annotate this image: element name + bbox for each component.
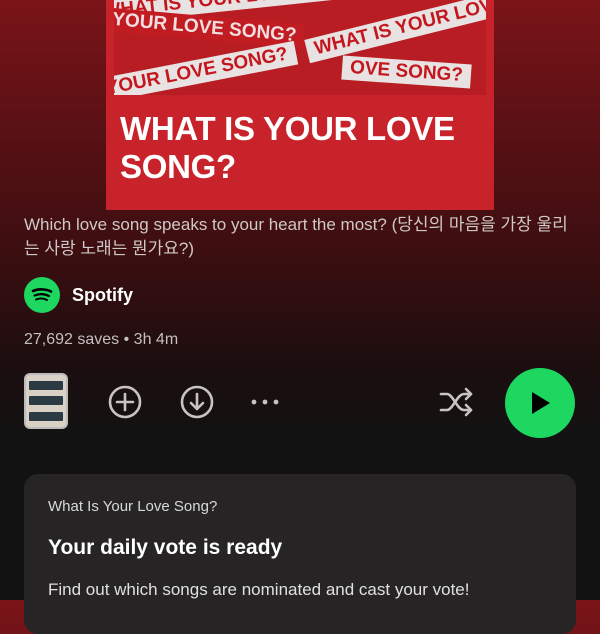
shuffle-icon[interactable] bbox=[437, 384, 477, 420]
play-icon bbox=[532, 392, 550, 414]
playlist-meta: 27,692 saves • 3h 4m bbox=[24, 331, 179, 348]
card-eyebrow: What Is Your Love Song? bbox=[48, 498, 218, 515]
playlist-cover: WHAT IS YOUR LOVE SONG? YOUR LOVE SONG? … bbox=[106, 0, 494, 210]
card-title: Your daily vote is ready bbox=[48, 536, 283, 559]
daily-vote-card[interactable]: What Is Your Love Song? Your daily vote … bbox=[24, 474, 576, 634]
cover-tape: YOUR LOVE SONG? bbox=[114, 7, 306, 49]
spotify-logo-icon bbox=[24, 277, 60, 313]
cover-tape: OVE SONG? bbox=[341, 55, 472, 89]
cover-tape: WHAT IS YOUR LOVE bbox=[304, 0, 486, 64]
play-button[interactable] bbox=[505, 368, 575, 438]
playlist-description: Which love song speaks to your heart the… bbox=[24, 215, 568, 258]
playlist-owner[interactable]: Spotify bbox=[24, 277, 133, 313]
add-icon[interactable] bbox=[106, 383, 144, 421]
cover-tape: IS YOUR LOVE SONG? bbox=[114, 40, 298, 95]
more-icon[interactable] bbox=[248, 388, 282, 416]
download-icon[interactable] bbox=[178, 383, 216, 421]
action-bar bbox=[0, 366, 600, 438]
cover-photo: WHAT IS YOUR LOVE SONG? YOUR LOVE SONG? … bbox=[114, 0, 486, 95]
card-body: Find out which songs are nominated and c… bbox=[48, 580, 470, 599]
owner-name[interactable]: Spotify bbox=[72, 285, 133, 306]
cover-title: WHAT IS YOUR LOVE SONG? bbox=[120, 110, 455, 185]
playlist-thumbnail[interactable] bbox=[24, 373, 68, 429]
